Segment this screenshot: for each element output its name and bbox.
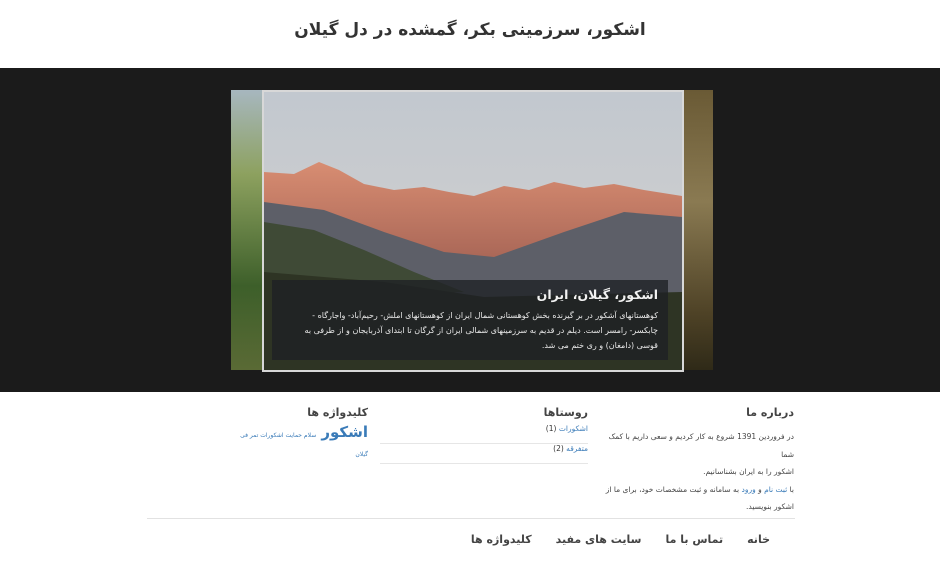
about-text: در فروردین 1391 شروع به کار کردیم و سعی … (594, 428, 794, 516)
footer-link-useful-sites[interactable]: سایت های مفید (556, 533, 642, 546)
village-count: (2) (553, 444, 564, 453)
about-line-4: اشکور بنویسید. (746, 502, 794, 511)
slide-caption: اشکور، گیلان، ایران کوهستانهای آشکور در … (272, 280, 668, 360)
village-item[interactable]: اشکورات (1) (380, 424, 588, 444)
village-item[interactable]: متفرقه (2) (380, 444, 588, 464)
tag-cloud: اشکور سلام حمایت اشکورات تمر فی گیلان (228, 422, 368, 460)
footer-nav: خانه تماس با ما سایت های مفید کلیدواژه ه… (471, 533, 770, 546)
about-line-3: با ثبت نام و ورود به سامانه و ثبت مشخصات… (594, 481, 794, 499)
about-heading: درباره ما (746, 406, 794, 419)
villages-heading: روستاها (543, 406, 588, 419)
about-line-2: اشکور را به ایران بشناسانیم. (703, 467, 794, 476)
about-line-1-text: در فروردین 1391 شروع به کار کردیم و سعی … (608, 432, 794, 459)
village-count: (1) (545, 424, 557, 433)
footer-link-contact[interactable]: تماس با ما (665, 533, 723, 546)
about-suffix: به سامانه و ثبت مشخصات خود، برای ما از (605, 484, 740, 494)
footer-divider (147, 518, 795, 519)
village-name[interactable]: اشکورات (559, 424, 588, 433)
footer-link-home[interactable]: خانه (747, 533, 770, 546)
about-prefix: با (789, 484, 794, 494)
next-slide-peek[interactable] (681, 90, 713, 370)
image-slider: اشکور، گیلان، ایران کوهستانهای آشکور در … (0, 68, 940, 392)
about-and: و (758, 484, 762, 494)
village-name[interactable]: متفرقه (566, 444, 588, 453)
footer-link-tags[interactable]: کلیدواژه ها (471, 533, 532, 546)
caption-title: اشکور، گیلان، ایران (536, 287, 658, 302)
current-slide[interactable]: اشکور، گیلان، ایران کوهستانهای آشکور در … (262, 90, 684, 372)
tag-link[interactable]: اشکور (321, 423, 368, 441)
site-title[interactable]: اشکور، سرزمینی بکر، گمشده در دل گیلان (0, 20, 940, 40)
tags-heading: کلیدواژه ها (307, 406, 368, 419)
previous-slide-peek[interactable] (231, 90, 263, 370)
caption-text: کوهستانهای آشکور در بر گیرنده بخش کوهستا… (304, 311, 658, 350)
about-line-1: در فروردین 1391 شروع به کار کردیم و سعی … (594, 428, 794, 463)
register-link[interactable]: ثبت نام (764, 485, 787, 494)
login-link[interactable]: ورود (741, 485, 755, 494)
